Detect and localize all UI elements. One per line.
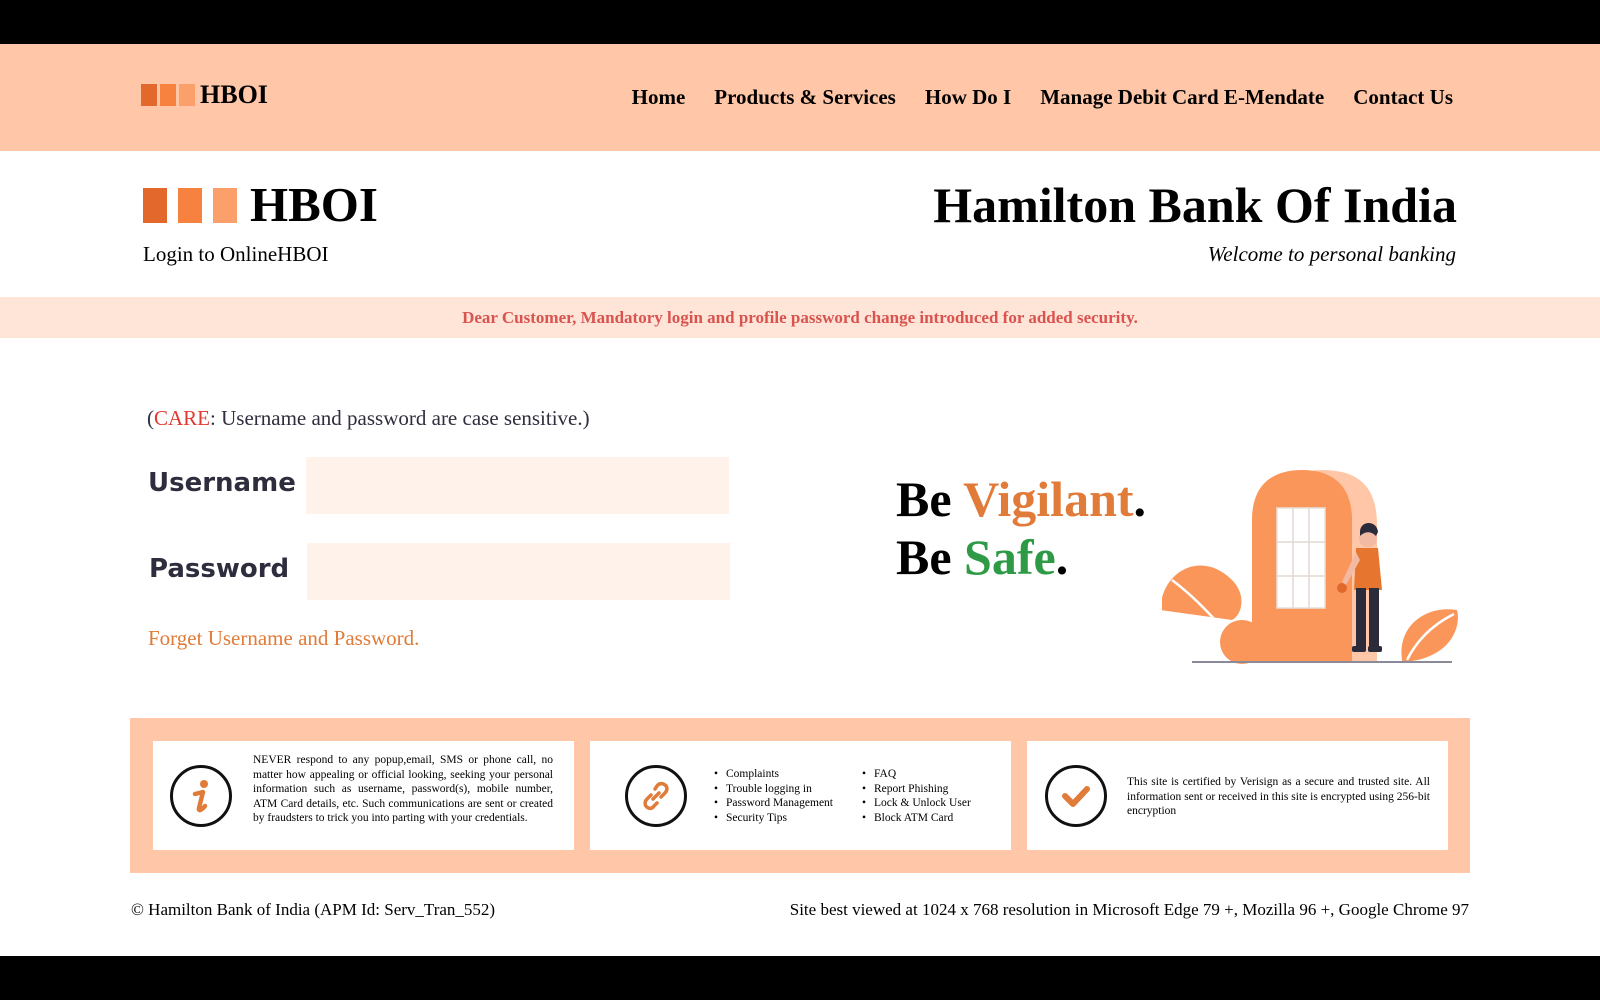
logo-square-icon — [141, 84, 157, 106]
logo-square-icon — [178, 187, 202, 223]
slogan-be: Be — [896, 529, 965, 585]
care-rest: : Username and password are case sensiti… — [210, 406, 590, 430]
check-icon — [1045, 765, 1107, 827]
username-input[interactable] — [306, 457, 729, 514]
help-links-list-2: FAQ Report Phishing Lock & Unlock User B… — [862, 767, 971, 825]
footer-copyright: © Hamilton Bank of India (APM Id: Serv_T… — [131, 900, 496, 919]
security-notice-banner: Dear Customer, Mandatory login and profi… — [0, 297, 1600, 338]
info-icon — [170, 765, 232, 827]
slogan-safe-word: Safe — [964, 529, 1056, 585]
phishing-warning-text: NEVER respond to any popup,email, SMS or… — [253, 754, 553, 824]
care-word: CARE — [154, 406, 211, 430]
slogan-dot: . — [1055, 529, 1069, 585]
logo-square-icon — [143, 187, 167, 223]
help-links-list-1: Complaints Trouble logging in Password M… — [714, 767, 833, 825]
nav-brand-text: HBOI — [200, 80, 268, 109]
logo-square-icon — [213, 187, 237, 223]
help-link-security-tips[interactable]: Security Tips — [714, 811, 833, 826]
nav-link-how-do-i[interactable]: How Do I — [925, 84, 1011, 110]
help-link-report-phishing[interactable]: Report Phishing — [862, 782, 971, 797]
login-page: HBOI Home Products & Services How Do I M… — [0, 44, 1600, 956]
slogan-line-vigilant: Be Vigilant. — [896, 470, 1146, 528]
nav-link-contact-us[interactable]: Contact Us — [1353, 84, 1453, 110]
footer-browser-note: Site best viewed at 1024 x 768 resolutio… — [789, 900, 1469, 919]
nav-link-products-services[interactable]: Products & Services — [714, 84, 896, 110]
top-navbar: HBOI Home Products & Services How Do I M… — [0, 44, 1600, 151]
nav-link-home[interactable]: Home — [632, 84, 686, 110]
security-notice-text: Dear Customer, Mandatory login and profi… — [462, 308, 1138, 327]
help-link-lock-unlock-user[interactable]: Lock & Unlock User — [862, 796, 971, 811]
header-logo: HBOI — [143, 177, 378, 232]
help-link-faq[interactable]: FAQ — [862, 767, 971, 782]
logo-square-icon — [179, 84, 195, 106]
security-card: This site is certified by Verisign as a … — [1027, 741, 1448, 850]
help-link-complaints[interactable]: Complaints — [714, 767, 833, 782]
slogan-vigilant-word: Vigilant — [963, 471, 1134, 527]
link-icon — [625, 765, 687, 827]
nav-link-manage-debit-card[interactable]: Manage Debit Card E-Mendate — [1040, 84, 1324, 110]
slogan-line-safe: Be Safe. — [896, 528, 1068, 586]
info-panel: NEVER respond to any popup,email, SMS or… — [130, 718, 1470, 873]
username-label: Username — [148, 468, 296, 498]
help-link-trouble-logging-in[interactable]: Trouble logging in — [714, 782, 833, 797]
forgot-credentials-link[interactable]: Forget Username and Password. — [148, 626, 419, 651]
logo-square-icon — [160, 84, 176, 106]
slogan-dot: . — [1133, 471, 1147, 527]
nav-logo[interactable]: HBOI — [141, 80, 268, 109]
welcome-tagline: Welcome to personal banking — [1207, 242, 1456, 266]
login-subtitle: Login to OnlineHBOI — [143, 242, 329, 266]
help-link-block-atm-card[interactable]: Block ATM Card — [862, 811, 971, 826]
warning-card: NEVER respond to any popup,email, SMS or… — [153, 741, 574, 850]
help-links-card: Complaints Trouble logging in Password M… — [590, 741, 1011, 850]
password-label: Password — [149, 554, 290, 584]
care-open-paren: ( — [147, 406, 154, 430]
door-person-illustration — [1162, 470, 1458, 664]
header-brand-text: HBOI — [250, 177, 378, 232]
nav-menu: Home Products & Services How Do I Manage… — [632, 84, 1453, 110]
password-input[interactable] — [307, 543, 730, 600]
case-sensitive-note: (CARE: Username and password are case se… — [147, 406, 590, 431]
verisign-security-text: This site is certified by Verisign as a … — [1127, 776, 1430, 817]
help-link-password-management[interactable]: Password Management — [714, 796, 833, 811]
bank-name-heading: Hamilton Bank Of India — [933, 177, 1457, 233]
slogan-be: Be — [896, 471, 964, 527]
